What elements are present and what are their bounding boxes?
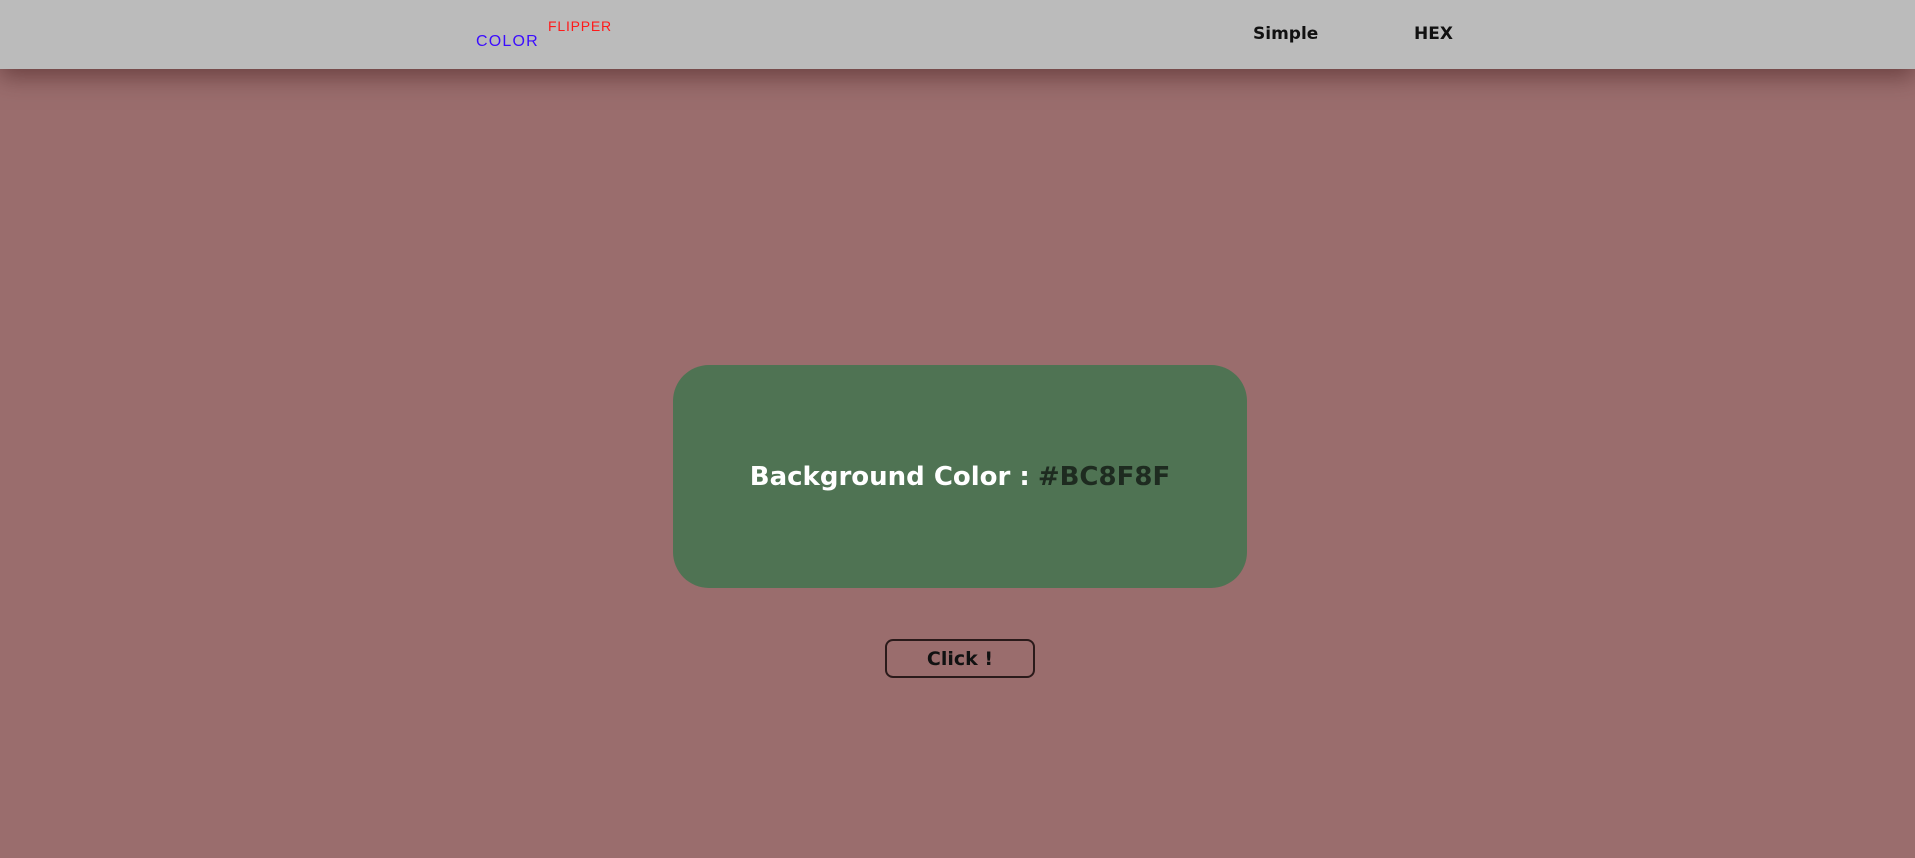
click-button[interactable]: Click ! (885, 639, 1035, 678)
brand-logo[interactable]: COLOR FLIPPER (476, 0, 636, 69)
color-heading: Background Color : #BC8F8F (750, 462, 1170, 492)
brand-word-flipper: FLIPPER (548, 18, 612, 34)
background-color-value: #BC8F8F (1037, 461, 1171, 492)
navbar: COLOR FLIPPER Simple HEX (0, 0, 1915, 69)
nav-link-simple[interactable]: Simple (1253, 24, 1318, 44)
brand-word-color: COLOR (476, 33, 539, 50)
background-color-label: Background Color : (749, 461, 1030, 492)
nav-links: Simple HEX (1200, 0, 1500, 69)
nav-link-hex[interactable]: HEX (1414, 24, 1453, 44)
color-display-card: Background Color : #BC8F8F (673, 365, 1247, 588)
